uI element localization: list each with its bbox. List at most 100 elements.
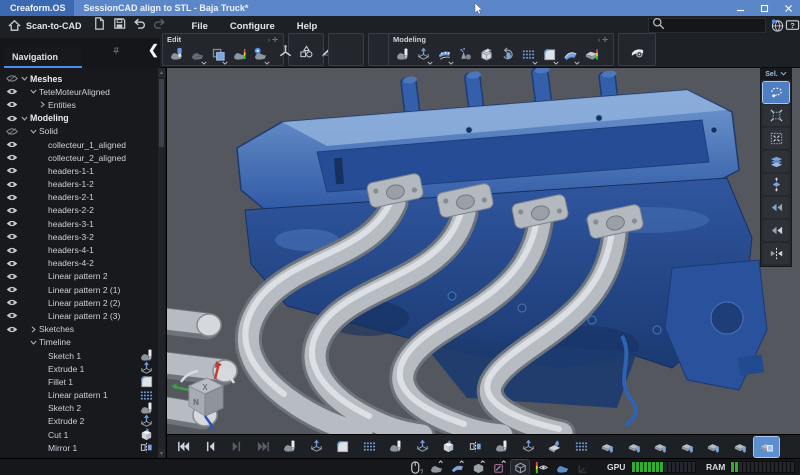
visibility-eye-icon[interactable] [5, 153, 19, 162]
visibility-eye-icon[interactable] [5, 325, 19, 334]
surface-fit-button[interactable] [434, 45, 454, 64]
visibility-eye-icon[interactable] [5, 232, 19, 241]
visibility-eye-icon[interactable] [5, 193, 19, 202]
tree-chevron-icon[interactable] [28, 127, 39, 136]
visibility-eye-icon[interactable] [5, 298, 19, 307]
extrude-button[interactable] [410, 437, 435, 457]
mesh-rainbow-button[interactable] [229, 45, 249, 64]
extrude-button[interactable] [304, 437, 329, 457]
color-eye-button[interactable] [532, 460, 550, 475]
push-button[interactable] [675, 437, 700, 457]
revolve-button[interactable] [497, 45, 517, 64]
tree-row[interactable]: headers-3-1 [0, 217, 166, 230]
tree-row[interactable]: Solid [0, 125, 166, 138]
tree-row[interactable]: Mirror 1 [0, 441, 166, 454]
search-input[interactable] [665, 19, 759, 33]
copy-button[interactable] [208, 45, 228, 64]
sketch-button[interactable] [383, 437, 408, 457]
tree-row[interactable]: Linear pattern 1 [0, 389, 166, 402]
push-button[interactable] [622, 437, 647, 457]
brush-mesh-button[interactable] [166, 45, 186, 64]
visibility-eye-icon[interactable] [5, 127, 19, 136]
axis-dim-button[interactable] [574, 460, 592, 475]
pin-panel-icon[interactable] [112, 42, 120, 60]
surface-up-button[interactable] [448, 460, 466, 475]
help-feedback-button[interactable]: ? [785, 18, 800, 38]
sketch-button[interactable] [277, 437, 302, 457]
lasso-button[interactable] [763, 82, 789, 103]
tree-row[interactable]: headers-3-2 [0, 230, 166, 243]
tree-chevron-icon[interactable] [28, 338, 39, 347]
tree-row[interactable]: Meshes [0, 72, 166, 85]
tree-row[interactable]: headers-2-2 [0, 204, 166, 217]
fillet-button[interactable] [330, 437, 355, 457]
visibility-eye-icon[interactable] [5, 166, 19, 175]
tri-left2-button[interactable] [763, 220, 789, 241]
push-button[interactable] [701, 437, 726, 457]
tree-chevron-icon[interactable] [37, 100, 48, 109]
mirror-tri-button[interactable] [763, 243, 789, 264]
tree-row[interactable]: Sketch 1 [0, 349, 166, 362]
minimize-button[interactable] [728, 0, 752, 16]
sweep-button[interactable] [560, 45, 580, 64]
online-services-button[interactable] [770, 18, 785, 38]
tree-row[interactable]: headers-4-1 [0, 243, 166, 256]
step-back-button[interactable] [198, 437, 223, 457]
visibility-eye-icon[interactable] [5, 180, 19, 189]
tree-row[interactable]: headers-2-1 [0, 191, 166, 204]
primitives-button[interactable] [455, 45, 475, 64]
sketch-button[interactable] [489, 437, 514, 457]
tree-chevron-icon[interactable] [19, 114, 30, 123]
panel-options-icon[interactable]: ›✛ [598, 36, 610, 44]
mouse-q-button[interactable]: ? [406, 460, 424, 475]
menu-file[interactable]: File [192, 21, 208, 32]
viewport-3d[interactable]: X N [167, 68, 800, 434]
push-button[interactable] [728, 437, 753, 457]
tree-row[interactable]: headers-4-2 [0, 257, 166, 270]
visibility-eye-icon[interactable] [5, 100, 19, 109]
skip-end-button[interactable] [251, 437, 276, 457]
visibility-eye-icon[interactable] [5, 272, 19, 281]
menu-help[interactable]: Help [297, 21, 318, 32]
sketch-up-button[interactable] [490, 460, 508, 475]
visibility-eye-icon[interactable] [5, 74, 19, 83]
sel-shrink-button[interactable] [763, 128, 789, 149]
push-button[interactable] [648, 437, 673, 457]
fillet-button[interactable] [539, 45, 559, 64]
maximize-button[interactable] [752, 0, 776, 16]
undo-button[interactable] [130, 17, 150, 35]
close-button[interactable] [776, 0, 800, 16]
search-box[interactable] [648, 18, 766, 33]
pattern-button[interactable] [569, 437, 594, 457]
tri-left-button[interactable] [763, 197, 789, 218]
shapes-button[interactable] [297, 42, 317, 61]
mirror-op-button[interactable] [463, 437, 488, 457]
tree-row[interactable]: Extrude 1 [0, 362, 166, 375]
face-edit-button[interactable] [754, 437, 779, 457]
extrude-button[interactable] [516, 437, 541, 457]
tree-row[interactable]: Sketches [0, 323, 166, 336]
mesh-dim-button[interactable] [187, 45, 207, 64]
tree-row[interactable]: Timeline [0, 336, 166, 349]
mesh-up-button[interactable] [427, 460, 445, 475]
visibility-eye-icon[interactable] [5, 87, 19, 96]
tree-row[interactable]: headers-1-1 [0, 164, 166, 177]
layers-button[interactable] [763, 151, 789, 172]
axis-tripod-button[interactable] [276, 42, 296, 61]
tree-row[interactable]: Entities [0, 98, 166, 111]
cube-box-button[interactable] [511, 460, 529, 475]
scrollbar-thumb[interactable] [159, 79, 164, 147]
tree-row[interactable]: collecteur_1_aligned [0, 138, 166, 151]
new-session-button[interactable] [90, 17, 110, 35]
tree-scrollbar[interactable]: ▲ ▼ [158, 68, 165, 458]
visibility-eye-icon[interactable] [5, 219, 19, 228]
slab-rainbow-button[interactable] [581, 45, 601, 64]
tree-row[interactable]: collecteur_2_aligned [0, 151, 166, 164]
tree-row[interactable]: Linear pattern 2 (3) [0, 309, 166, 322]
tree-row[interactable]: Extrude 2 [0, 415, 166, 428]
tree-row[interactable]: Linear pattern 2 (2) [0, 296, 166, 309]
pattern-button[interactable] [357, 437, 382, 457]
selection-panel-header[interactable]: Sel. [761, 69, 791, 80]
diamond-arrows-button[interactable] [763, 174, 789, 195]
visibility-eye-icon[interactable] [5, 140, 19, 149]
